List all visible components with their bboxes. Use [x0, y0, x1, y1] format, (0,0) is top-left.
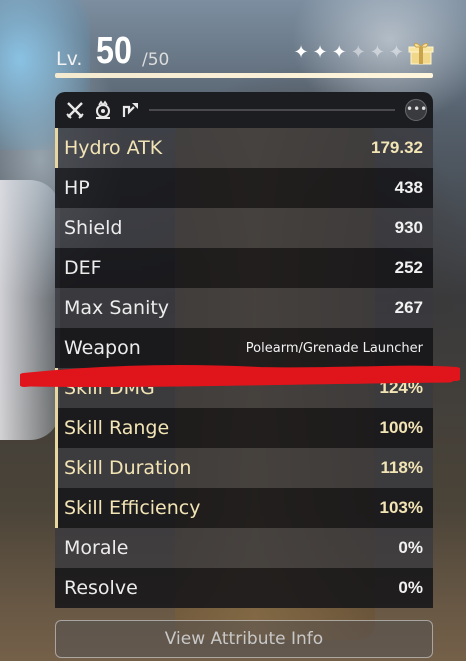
attribute-label: Max Sanity	[64, 297, 170, 319]
attribute-row: Skill Range 100%	[55, 408, 433, 448]
attribute-row: Skill Efficiency 103%	[55, 488, 433, 528]
level-header: Lv. 50 /50 ✦ ✦ ✦ ✦ ✦ ✦	[56, 30, 434, 76]
attribute-panel: ••• Hydro ATK 179.32 HP 438 Shield 930 DEF 252 M…	[55, 92, 433, 612]
arrow-badge-icon[interactable]	[121, 100, 141, 120]
attribute-label: Skill Efficiency	[64, 497, 201, 519]
level-value: 50	[96, 30, 132, 72]
attribute-value: 124%	[379, 378, 423, 397]
attribute-label: Weapon	[64, 337, 141, 359]
attribute-label: Skill DMG	[64, 377, 155, 399]
attribute-row: DEF 252	[55, 248, 433, 288]
attribute-row: Shield 930	[55, 208, 433, 248]
attribute-row: Morale 0%	[55, 528, 433, 568]
attribute-row: Resolve 0%	[55, 568, 433, 608]
sanity-emblem-icon[interactable]	[93, 100, 113, 120]
attribute-label: HP	[64, 177, 90, 199]
attribute-row: Max Sanity 267	[55, 288, 433, 328]
tabs-divider	[149, 109, 395, 111]
attribute-row: HP 438	[55, 168, 433, 208]
attribute-value: 252	[394, 258, 423, 277]
attribute-value: 438	[394, 178, 423, 197]
more-icon[interactable]: •••	[405, 99, 427, 121]
star-filled-icon: ✦	[293, 42, 309, 63]
attribute-label: DEF	[64, 257, 102, 279]
character-figure	[0, 180, 60, 440]
attribute-label: Morale	[64, 537, 129, 559]
attribute-label: Skill Range	[64, 417, 170, 439]
attribute-value: 0%	[398, 578, 423, 597]
attribute-label: Hydro ATK	[64, 137, 163, 159]
attribute-value: 179.32	[371, 138, 423, 157]
attribute-label: Resolve	[64, 577, 138, 599]
attribute-row: Skill DMG 124%	[55, 368, 433, 408]
crossed-swords-icon[interactable]	[65, 100, 85, 120]
view-attribute-info-button[interactable]: View Attribute Info	[55, 620, 433, 658]
attribute-value: 103%	[379, 498, 423, 517]
attribute-value: 118%	[380, 458, 423, 477]
level-max: /50	[142, 50, 170, 70]
attribute-value: 930	[394, 218, 423, 237]
attribute-value: 267	[394, 298, 423, 317]
attribute-row: Weapon Polearm/Grenade Launcher	[55, 328, 433, 368]
attribute-value: Polearm/Grenade Launcher	[245, 340, 423, 356]
attribute-row: Skill Duration 118%	[55, 448, 433, 488]
attribute-value: 100%	[379, 418, 423, 437]
attribute-value: 0%	[398, 538, 423, 557]
star-filled-icon: ✦	[331, 42, 347, 63]
star-empty-icon: ✦	[369, 42, 385, 63]
level-progress-bar	[55, 73, 433, 78]
star-rating: ✦ ✦ ✦ ✦ ✦ ✦	[293, 44, 404, 62]
attribute-label: Shield	[64, 217, 123, 239]
star-filled-icon: ✦	[312, 42, 328, 63]
level-label: Lv.	[56, 48, 83, 70]
star-empty-icon: ✦	[350, 42, 366, 63]
star-empty-icon: ✦	[388, 42, 404, 63]
attribute-label: Skill Duration	[64, 457, 192, 479]
attribute-row: Hydro ATK 179.32	[55, 128, 433, 168]
gift-icon[interactable]	[408, 40, 434, 66]
attribute-tabs-bar: •••	[55, 92, 433, 128]
